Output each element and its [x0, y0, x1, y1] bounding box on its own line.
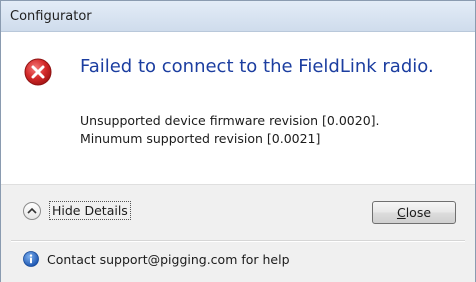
close-button-accelerator: C	[396, 205, 406, 220]
hide-details-label: Hide Details	[49, 201, 131, 220]
dialog-content: Failed to connect to the FieldLink radio…	[1, 32, 475, 184]
error-message: Unsupported device firmware revision [0.…	[80, 112, 380, 148]
support-contact-text: Contact support@pigging.com for help	[47, 251, 290, 267]
message-line: Minumum supported revision [0.0021]	[80, 131, 321, 146]
footer-divider	[11, 240, 465, 242]
title-bar: Configurator	[1, 1, 475, 32]
error-icon	[24, 58, 52, 86]
info-row: Contact support@pigging.com for help	[23, 251, 290, 267]
window-title: Configurator	[10, 8, 92, 24]
info-icon	[23, 251, 39, 267]
close-button-label: lose	[405, 205, 432, 220]
chevron-up-icon	[23, 201, 41, 220]
main-instruction: Failed to connect to the FieldLink radio…	[80, 56, 434, 77]
close-button[interactable]: Close	[372, 201, 456, 224]
hide-details-toggle[interactable]: Hide Details	[23, 201, 131, 220]
message-line: Unsupported device firmware revision [0.…	[80, 113, 380, 128]
dialog-footer: Hide Details Close Contact support@piggi…	[1, 184, 475, 282]
configurator-dialog: Configurator Failed to connect to the Fi…	[0, 0, 476, 282]
